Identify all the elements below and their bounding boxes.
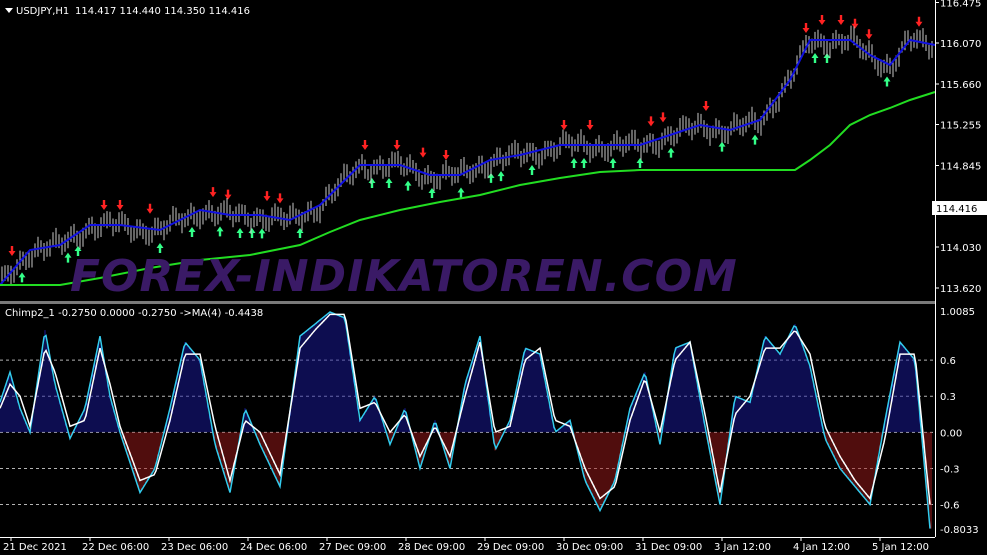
time-tick-label: 29 Dec 09:00 bbox=[477, 542, 544, 553]
price-tick-label: 114.845 bbox=[940, 162, 981, 173]
price-tick-label: 116.070 bbox=[940, 39, 981, 50]
time-tick-label: 5 Jan 12:00 bbox=[872, 542, 929, 553]
time-tick-label: 23 Dec 06:00 bbox=[161, 542, 228, 553]
indicator-tick-label: 0.3 bbox=[940, 392, 956, 403]
watermark: FOREX-INDIKATOREN.COM bbox=[70, 251, 738, 302]
indicator-tick-label: 0.6 bbox=[940, 356, 956, 367]
symbol-label: USDJPY,H1 bbox=[16, 6, 69, 17]
indicator-tick-label: -0.3 bbox=[940, 464, 960, 475]
price-tick-label: 115.255 bbox=[940, 121, 981, 132]
price-tick-label: 113.620 bbox=[940, 284, 981, 295]
time-tick-label: 31 Dec 09:00 bbox=[635, 542, 702, 553]
indicator-tick-label: -0.6 bbox=[940, 501, 960, 512]
price-tick-label: 115.660 bbox=[940, 80, 981, 91]
price-tick-label: 116.475 bbox=[940, 0, 981, 10]
indicator-title: Chimp2_1 -0.2750 0.0000 -0.2750 ->MA(4) … bbox=[5, 308, 263, 319]
price-tick-label: 114.030 bbox=[940, 243, 981, 254]
time-tick-label: 4 Jan 12:00 bbox=[793, 542, 850, 553]
time-tick-label: 24 Dec 06:00 bbox=[240, 542, 307, 553]
current-price-label: 114.416 bbox=[936, 204, 977, 215]
ohlc-values: 114.417 114.440 114.350 114.416 bbox=[75, 6, 250, 17]
time-tick-label: 22 Dec 06:00 bbox=[82, 542, 149, 553]
time-tick-label: 21 Dec 2021 bbox=[3, 542, 67, 553]
trading-chart[interactable]: FOREX-INDIKATOREN.COM USDJPY,H1 114.417 … bbox=[0, 0, 987, 555]
indicator-tick-label: -0.8033 bbox=[940, 525, 979, 536]
time-tick-label: 27 Dec 09:00 bbox=[319, 542, 386, 553]
chart-header: USDJPY,H1 114.417 114.440 114.350 114.41… bbox=[5, 6, 250, 17]
indicator-tick-label: 0.00 bbox=[940, 428, 962, 439]
time-tick-label: 28 Dec 09:00 bbox=[398, 542, 465, 553]
time-tick-label: 3 Jan 12:00 bbox=[714, 542, 771, 553]
indicator-tick-label: 1.0085 bbox=[940, 307, 975, 318]
time-tick-label: 30 Dec 09:00 bbox=[556, 542, 623, 553]
